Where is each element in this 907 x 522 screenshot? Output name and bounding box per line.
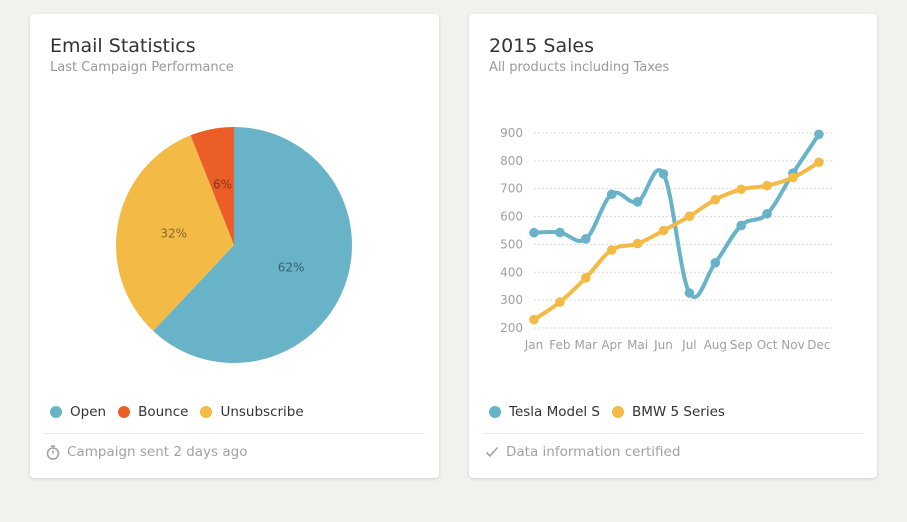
legend-item-open: Open (50, 404, 106, 420)
data-point-tesla-model-s (684, 288, 695, 298)
data-point-tesla-model-s (632, 197, 643, 207)
pie-chart: 62% 32% 6% (115, 127, 352, 363)
data-point-bmw-5-series (736, 184, 746, 195)
x-tick-label: Aug (704, 338, 727, 352)
data-point-tesla-model-s (606, 189, 617, 200)
y-tick-label: 600 (500, 210, 523, 224)
data-point-bmw-5-series (632, 238, 643, 249)
legend-item-bmw: BMW 5 Series (612, 404, 725, 420)
x-tick-label: Sep (730, 338, 753, 352)
data-point-tesla-model-s (710, 258, 721, 268)
data-point-bmw-5-series (762, 180, 772, 191)
stopwatch-icon (46, 444, 60, 460)
data-point-bmw-5-series (529, 314, 539, 325)
legend-label: Bounce (138, 404, 189, 420)
x-tick-label: Jan (524, 338, 544, 352)
legend-item-unsubscribe: Unsubscribe (200, 404, 304, 420)
card-divider (44, 433, 425, 434)
legend-label: BMW 5 Series (632, 404, 725, 420)
data-point-bmw-5-series (555, 297, 565, 307)
x-tick-label: Nov (781, 338, 804, 352)
x-tick-label: Apr (601, 338, 622, 352)
card-divider (483, 433, 863, 434)
x-tick-label: Jun (653, 338, 673, 352)
data-point-bmw-5-series (788, 172, 798, 183)
x-tick-label: Jul (681, 338, 696, 352)
y-tick-label: 400 (500, 265, 523, 279)
data-point-tesla-model-s (814, 129, 824, 140)
data-point-bmw-5-series (658, 225, 669, 236)
check-icon (485, 446, 499, 458)
footer-text: Data information certified (506, 444, 681, 460)
pie-value-label: 32% (160, 227, 187, 241)
data-point-tesla-model-s (581, 234, 591, 244)
legend-dot (118, 406, 131, 418)
data-point-tesla-model-s (658, 169, 669, 179)
legend-item-bounce: Bounce (118, 404, 188, 420)
legend-dot (50, 406, 62, 418)
footer-text: Campaign sent 2 days ago (67, 444, 248, 460)
legend-label: Tesla Model S (509, 404, 600, 420)
pie-value-label: 62% (278, 261, 305, 275)
y-tick-label: 500 (500, 237, 523, 251)
sales-card: 2015 Sales All products including Taxes … (469, 14, 877, 478)
data-point-tesla-model-s (529, 227, 539, 238)
pie-legend: Open Bounce Unsubscribe (50, 404, 316, 420)
data-point-bmw-5-series (684, 211, 695, 222)
y-tick-label: 300 (500, 293, 523, 307)
card-footer: Data information certified (485, 444, 680, 460)
y-tick-label: 900 (500, 126, 523, 140)
legend-label: Open (70, 404, 107, 420)
card-footer: Campaign sent 2 days ago (46, 444, 247, 460)
data-point-bmw-5-series (606, 245, 617, 255)
legend-label: Unsubscribe (220, 404, 304, 420)
legend-dot (489, 406, 501, 418)
data-point-tesla-model-s (736, 220, 746, 231)
data-point-bmw-5-series (581, 273, 591, 283)
pie-value-label: 6% (213, 178, 232, 192)
legend-dot (612, 406, 624, 418)
data-point-tesla-model-s (762, 208, 772, 219)
line-chart: 200 300 400 500 600 700 800 900 Jan Feb Mar Apr Mai J… (500, 126, 833, 352)
x-tick-label: Mar (574, 338, 597, 352)
x-tick-label: Feb (549, 338, 570, 352)
y-tick-label: 700 (500, 182, 523, 196)
y-tick-label: 800 (500, 154, 523, 168)
data-point-tesla-model-s (555, 227, 565, 238)
legend-dot (200, 406, 213, 418)
x-tick-label: Oct (757, 338, 778, 352)
y-tick-label: 200 (500, 321, 523, 335)
legend-item-tesla: Tesla Model S (489, 404, 600, 420)
series-line-tesla-model-s (532, 132, 821, 299)
line-legend: Tesla Model S BMW 5 Series (489, 404, 737, 420)
data-point-bmw-5-series (814, 157, 824, 168)
email-statistics-card: Email Statistics Last Campaign Performan… (30, 14, 439, 478)
data-point-bmw-5-series (710, 194, 721, 205)
x-tick-label: Dec (807, 338, 830, 352)
x-tick-label: Mai (627, 338, 648, 352)
